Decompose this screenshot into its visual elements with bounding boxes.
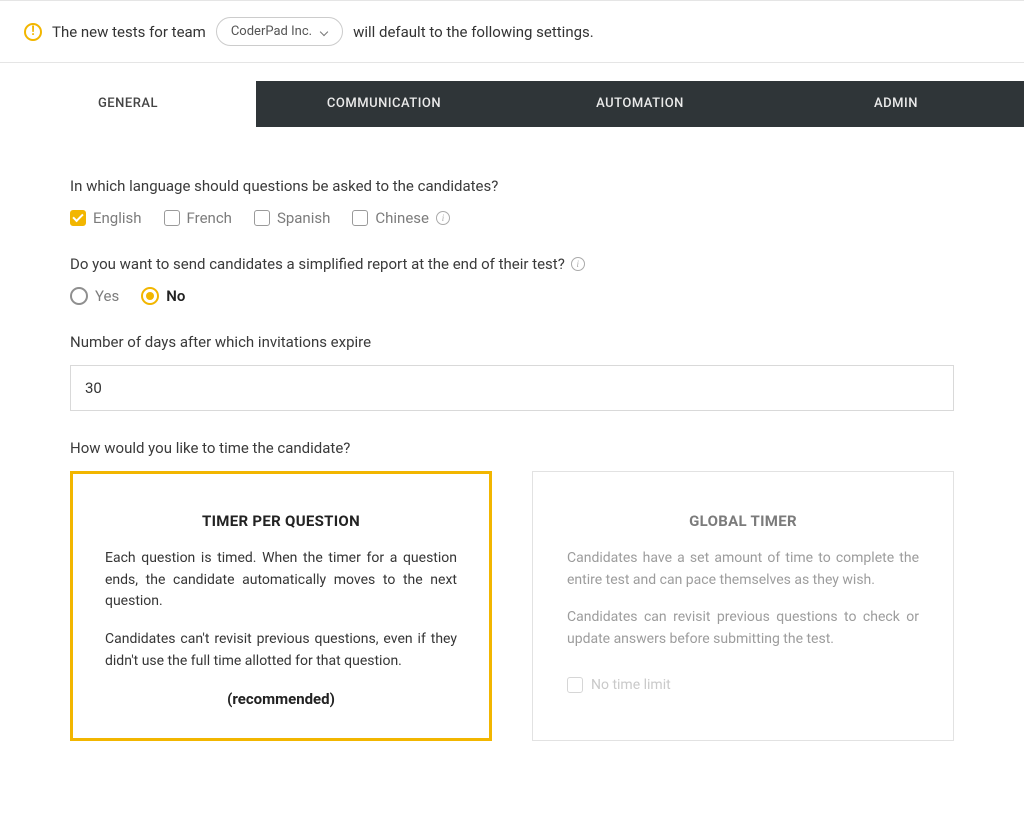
info-icon[interactable]: i: [571, 257, 585, 271]
checkbox-icon: [254, 210, 270, 226]
timer-global-p2: Candidates can revisit previous question…: [567, 607, 919, 650]
checkbox-checked-icon: [70, 210, 86, 226]
banner-prefix: The new tests for team: [52, 23, 206, 41]
language-block: In which language should questions be as…: [70, 177, 954, 227]
language-options: English French Spanish Chinese i: [70, 209, 954, 227]
no-time-limit-label: No time limit: [591, 677, 671, 693]
tab-admin[interactable]: ADMIN: [768, 81, 1024, 127]
expiry-question: Number of days after which invitations e…: [70, 333, 954, 351]
language-option-chinese[interactable]: Chinese i: [352, 209, 450, 227]
report-option-no[interactable]: No: [141, 287, 185, 305]
banner-text: The new tests for team CoderPad Inc. wil…: [52, 17, 594, 46]
language-option-spanish[interactable]: Spanish: [254, 209, 330, 227]
content-area: In which language should questions be as…: [0, 127, 1024, 809]
language-question: In which language should questions be as…: [70, 177, 954, 195]
tab-communication[interactable]: COMMUNICATION: [256, 81, 512, 127]
chevron-down-icon: [320, 28, 328, 36]
language-option-english[interactable]: English: [70, 209, 142, 227]
timer-per-question-text: Each question is timed. When the timer f…: [105, 548, 457, 672]
tabs: GENERAL COMMUNICATION AUTOMATION ADMIN: [0, 81, 1024, 127]
info-icon[interactable]: i: [436, 211, 450, 225]
report-yes-label: Yes: [95, 287, 119, 305]
timer-card-per-question[interactable]: TIMER PER QUESTION Each question is time…: [70, 471, 492, 741]
language-option-french[interactable]: French: [164, 209, 232, 227]
report-block: Do you want to send candidates a simplif…: [70, 255, 954, 305]
tab-automation[interactable]: AUTOMATION: [512, 81, 768, 127]
timer-global-title: GLOBAL TIMER: [567, 512, 919, 530]
checkbox-disabled-icon: [567, 677, 583, 693]
report-options: Yes No: [70, 287, 954, 305]
no-time-limit-option[interactable]: No time limit: [567, 677, 919, 693]
report-option-yes[interactable]: Yes: [70, 287, 119, 305]
timer-block: How would you like to time the candidate…: [70, 439, 954, 741]
language-french-label: French: [187, 209, 232, 227]
language-spanish-label: Spanish: [277, 209, 330, 227]
checkbox-icon: [164, 210, 180, 226]
tab-general[interactable]: GENERAL: [0, 81, 256, 127]
timer-global-p1: Candidates have a set amount of time to …: [567, 548, 919, 591]
timer-per-question-p2: Candidates can't revisit previous questi…: [105, 629, 457, 672]
report-question-text: Do you want to send candidates a simplif…: [70, 255, 565, 273]
radio-icon: [70, 287, 88, 305]
settings-banner: ! The new tests for team CoderPad Inc. w…: [0, 0, 1024, 63]
timer-question: How would you like to time the candidate…: [70, 439, 954, 457]
radio-selected-icon: [141, 287, 159, 305]
report-question: Do you want to send candidates a simplif…: [70, 255, 954, 273]
timer-per-question-title: TIMER PER QUESTION: [105, 512, 457, 530]
checkbox-icon: [352, 210, 368, 226]
team-dropdown[interactable]: CoderPad Inc.: [216, 17, 343, 46]
banner-suffix: will default to the following settings.: [353, 23, 594, 41]
recommended-label: (recommended): [105, 690, 457, 708]
language-english-label: English: [93, 209, 142, 227]
team-name: CoderPad Inc.: [231, 24, 312, 39]
report-no-label: No: [166, 287, 185, 305]
expiry-input[interactable]: [70, 365, 954, 411]
timer-global-text: Candidates have a set amount of time to …: [567, 548, 919, 651]
tabs-container: GENERAL COMMUNICATION AUTOMATION ADMIN: [0, 81, 1024, 127]
timer-card-global[interactable]: GLOBAL TIMER Candidates have a set amoun…: [532, 471, 954, 741]
expiry-block: Number of days after which invitations e…: [70, 333, 954, 411]
timer-per-question-p1: Each question is timed. When the timer f…: [105, 548, 457, 613]
timer-cards: TIMER PER QUESTION Each question is time…: [70, 471, 954, 741]
alert-icon: !: [24, 23, 42, 41]
language-chinese-label: Chinese: [375, 209, 429, 227]
